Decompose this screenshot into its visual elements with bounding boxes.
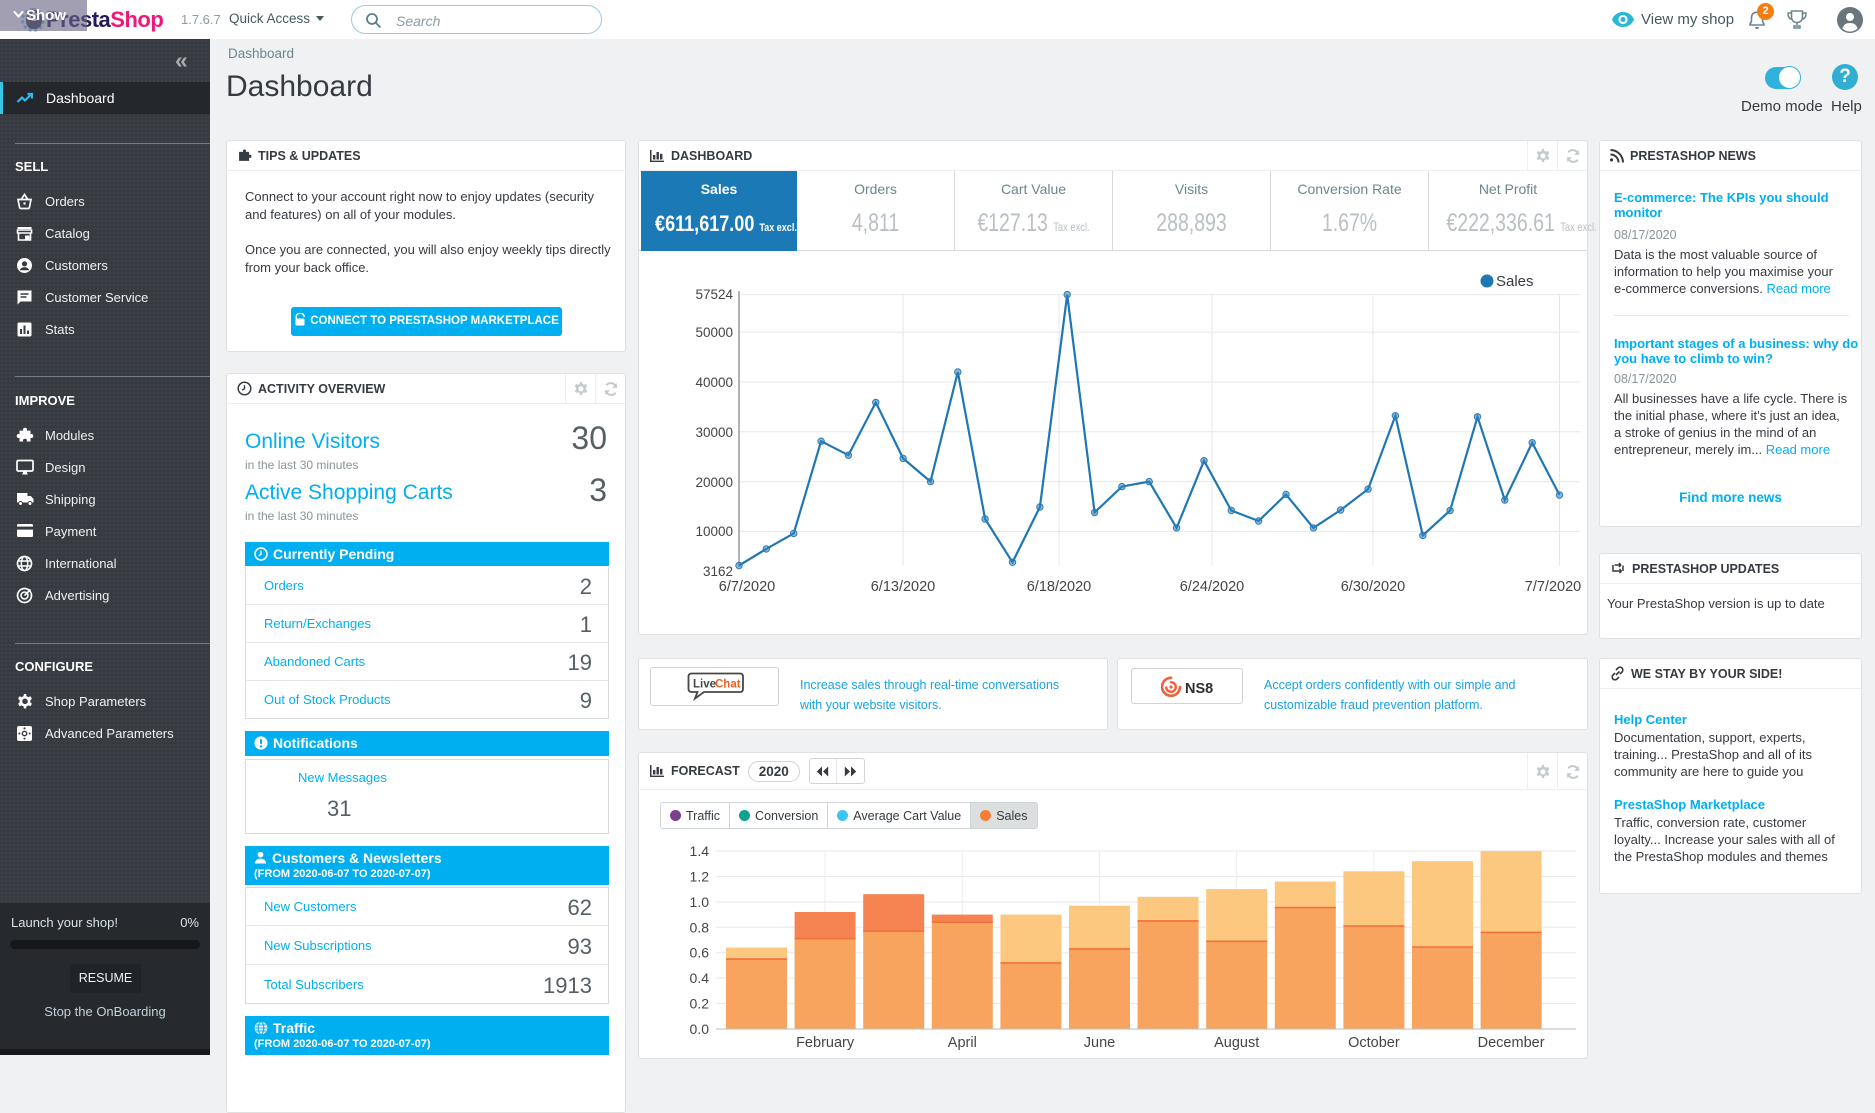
svg-text:October: October: [1348, 1035, 1400, 1051]
svg-text:10000: 10000: [695, 524, 733, 539]
svg-text:1.4: 1.4: [690, 843, 710, 859]
svg-text:April: April: [948, 1035, 977, 1051]
svg-text:December: December: [1478, 1035, 1545, 1051]
svg-text:Live: Live: [693, 679, 716, 691]
svg-text:57524: 57524: [695, 287, 733, 302]
svg-text:6/24/2020: 6/24/2020: [1180, 579, 1245, 595]
svg-text:6/18/2020: 6/18/2020: [1027, 579, 1092, 595]
svg-text:0.0: 0.0: [690, 1021, 710, 1037]
svg-text:20000: 20000: [695, 475, 733, 490]
svg-text:0.4: 0.4: [690, 970, 710, 986]
svg-text:0.6: 0.6: [690, 945, 710, 961]
svg-text:0.2: 0.2: [690, 996, 710, 1012]
svg-text:February: February: [796, 1035, 855, 1051]
svg-text:Sales: Sales: [1496, 273, 1534, 290]
svg-text:7/7/2020: 7/7/2020: [1525, 579, 1581, 595]
svg-text:40000: 40000: [695, 375, 733, 390]
svg-text:1.2: 1.2: [690, 868, 710, 884]
svg-text:6/7/2020: 6/7/2020: [719, 579, 775, 595]
svg-text:50000: 50000: [695, 325, 733, 340]
svg-text:3162: 3162: [703, 564, 733, 579]
svg-text:6/30/2020: 6/30/2020: [1341, 579, 1406, 595]
svg-text:NS8: NS8: [1185, 681, 1213, 697]
svg-text:June: June: [1084, 1035, 1115, 1051]
svg-text:30000: 30000: [695, 425, 733, 440]
svg-text:1.0: 1.0: [690, 894, 710, 910]
svg-text:Chat: Chat: [715, 679, 741, 691]
svg-text:0.8: 0.8: [690, 919, 710, 935]
svg-text:6/13/2020: 6/13/2020: [871, 579, 936, 595]
svg-text:August: August: [1214, 1035, 1259, 1051]
